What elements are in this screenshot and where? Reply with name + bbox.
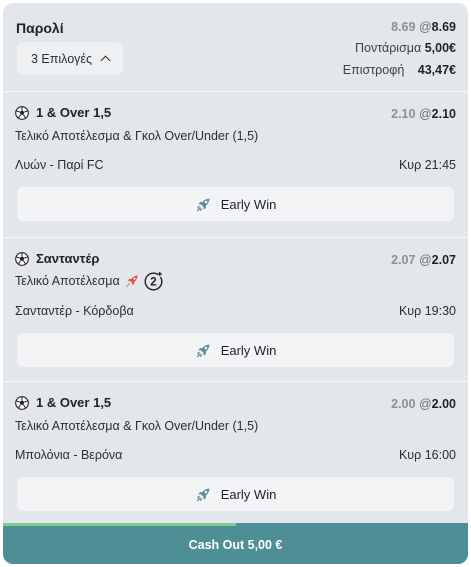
early-win-button[interactable]: Early Win <box>17 187 454 221</box>
leg-match: Λυών - Παρί FC <box>15 158 104 172</box>
leg-market: Τελικό Αποτέλεσμα 2 <box>15 271 164 291</box>
leg-market: Τελικό Αποτέλεσμα & Γκολ Over/Under (1,5… <box>15 129 259 143</box>
odds-new: 8.69 <box>431 20 456 34</box>
early-win-label: Early Win <box>220 486 277 502</box>
return-label: Επιστροφή <box>342 63 405 77</box>
parlay-header: Παρολί 3 Επιλογές 8.69 @8.69 Ποντάρισμα … <box>3 3 468 91</box>
leg-odds-new: 2.00 <box>431 397 456 411</box>
leg-selection: 1 & Over 1,5 <box>36 105 112 120</box>
leg-match: Μπολόνια - Βερόνα <box>15 448 123 462</box>
return-row: Επιστροφή 43,47€ <box>343 63 456 77</box>
boost-badge-number: 2 <box>150 276 156 288</box>
rocket-icon <box>125 275 138 287</box>
return-value: 43,47€ <box>417 63 456 77</box>
leg-title: Σανταντέρ <box>15 251 99 266</box>
stake-label: Ποντάρισμα <box>354 41 422 55</box>
leg-odds-old: 2.00 <box>391 397 416 411</box>
bet-leg: 1 & Over 1,5 2.00 @2.00 Τελικό Αποτέλεσμ… <box>3 382 468 522</box>
chevron-up-icon <box>100 55 111 66</box>
stake-row: Ποντάρισμα 5,00€ <box>355 41 456 55</box>
leg-odds: 2.07 @2.07 <box>391 253 456 267</box>
stake-value: 5,00€ <box>424 41 456 55</box>
odds-at-sign: @ <box>418 107 432 121</box>
early-win-button[interactable]: Early Win <box>17 477 454 511</box>
selections-label: 3 Επιλογές <box>30 51 93 66</box>
rocket-icon <box>196 488 210 501</box>
leg-odds-new: 2.07 <box>431 253 456 267</box>
soccer-ball-icon <box>15 105 29 120</box>
leg-market: Τελικό Αποτέλεσμα & Γκολ Over/Under (1,5… <box>15 419 259 433</box>
leg-title: 1 & Over 1,5 <box>15 395 111 410</box>
selections-toggle-button[interactable]: 3 Επιλογές <box>17 42 123 75</box>
odds-at-sign: @ <box>418 253 432 267</box>
parlay-title: Παρολί <box>16 20 64 36</box>
leg-odds: 2.10 @2.10 <box>391 107 456 121</box>
leg-selection: Σανταντέρ <box>36 251 100 266</box>
leg-time: Κυρ 19:30 <box>398 304 456 318</box>
bet-slip-card: Παρολί 3 Επιλογές 8.69 @8.69 Ποντάρισμα … <box>3 3 468 564</box>
leg-market-label: Τελικό Αποτέλεσμα <box>15 274 120 288</box>
leg-selection: 1 & Over 1,5 <box>36 395 112 410</box>
odds-at-sign: @ <box>418 20 432 34</box>
soccer-ball-icon <box>15 251 29 266</box>
boost-two-badge-icon: 2 <box>144 271 164 291</box>
leg-title: 1 & Over 1,5 <box>15 105 111 120</box>
leg-time: Κυρ 21:45 <box>398 158 456 172</box>
leg-odds-old: 2.10 <box>391 107 416 121</box>
leg-odds: 2.00 @2.00 <box>391 397 456 411</box>
leg-odds-old: 2.07 <box>391 253 416 267</box>
leg-match: Σανταντέρ - Κόρδοβα <box>15 304 134 318</box>
bet-leg: 1 & Over 1,5 2.10 @2.10 Τελικό Αποτέλεσμ… <box>3 92 468 237</box>
cashout-label: Cash Out 5,00 € <box>188 538 283 552</box>
soccer-ball-icon <box>15 395 29 410</box>
cashout-button[interactable]: Cash Out 5,00 € <box>3 523 468 564</box>
early-win-button[interactable]: Early Win <box>17 333 454 367</box>
early-win-label: Early Win <box>220 196 277 212</box>
bet-leg: Σανταντέρ 2.07 @2.07 Τελικό Αποτέλεσμα 2… <box>3 238 468 381</box>
odds-at-sign: @ <box>418 397 432 411</box>
rocket-icon <box>196 198 210 211</box>
odds-old: 8.69 <box>391 20 416 34</box>
leg-time: Κυρ 16:00 <box>398 448 456 462</box>
leg-odds-new: 2.10 <box>431 107 456 121</box>
parlay-odds: 8.69 @8.69 <box>391 20 456 34</box>
early-win-label: Early Win <box>220 342 277 358</box>
rocket-icon <box>196 344 210 357</box>
